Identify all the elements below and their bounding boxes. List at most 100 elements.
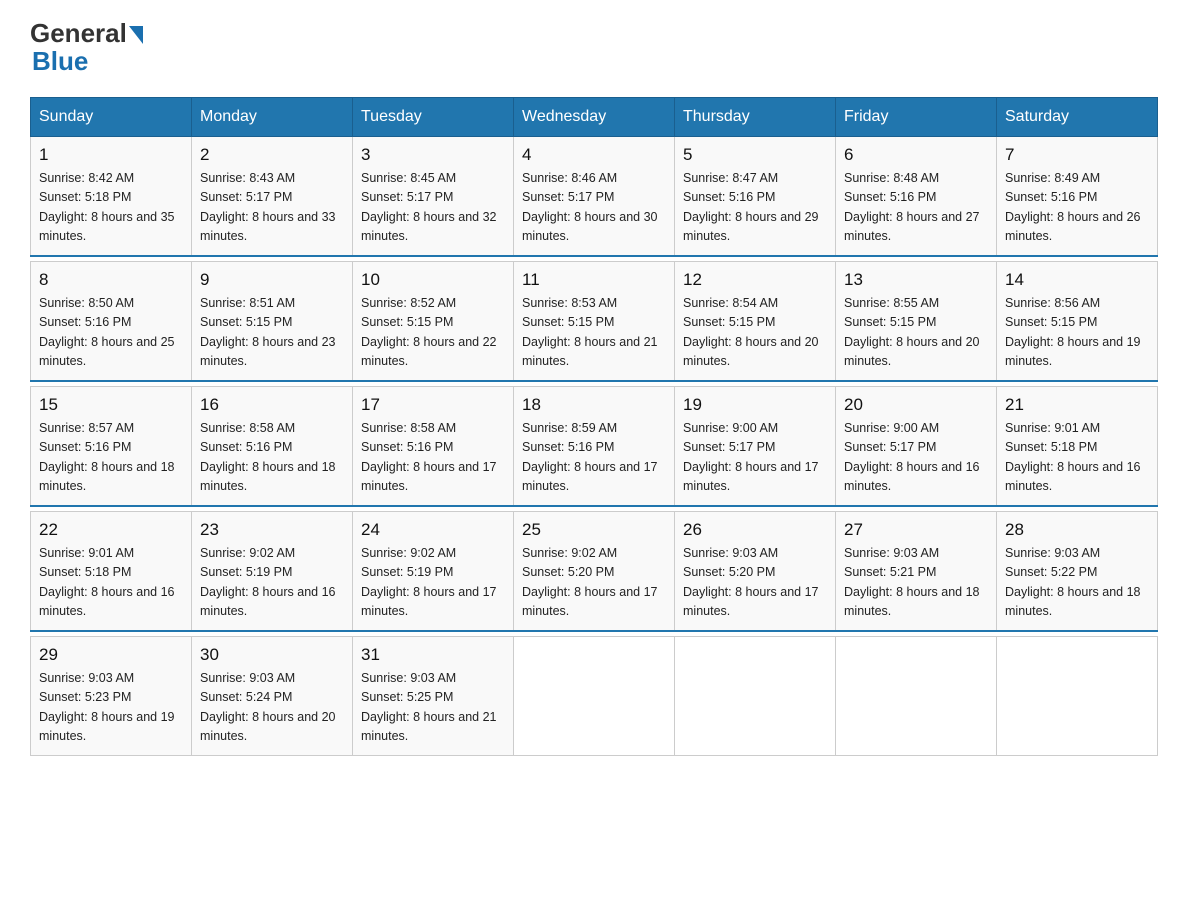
day-header-friday: Friday — [836, 98, 997, 137]
logo-general-text: General — [30, 20, 127, 46]
day-number: 25 — [522, 520, 666, 540]
day-number: 26 — [683, 520, 827, 540]
calendar-cell — [675, 637, 836, 756]
day-info: Sunrise: 9:03 AMSunset: 5:22 PMDaylight:… — [1005, 544, 1149, 622]
day-info: Sunrise: 8:55 AMSunset: 5:15 PMDaylight:… — [844, 294, 988, 372]
day-number: 9 — [200, 270, 344, 290]
day-number: 20 — [844, 395, 988, 415]
calendar-cell: 31 Sunrise: 9:03 AMSunset: 5:25 PMDaylig… — [353, 637, 514, 756]
day-header-sunday: Sunday — [31, 98, 192, 137]
calendar-cell: 13 Sunrise: 8:55 AMSunset: 5:15 PMDaylig… — [836, 262, 997, 381]
calendar-cell: 30 Sunrise: 9:03 AMSunset: 5:24 PMDaylig… — [192, 637, 353, 756]
day-info: Sunrise: 8:52 AMSunset: 5:15 PMDaylight:… — [361, 294, 505, 372]
day-info: Sunrise: 9:03 AMSunset: 5:20 PMDaylight:… — [683, 544, 827, 622]
calendar-table: SundayMondayTuesdayWednesdayThursdayFrid… — [30, 97, 1158, 756]
calendar-cell — [514, 637, 675, 756]
calendar-cell — [997, 637, 1158, 756]
calendar-cell: 21 Sunrise: 9:01 AMSunset: 5:18 PMDaylig… — [997, 387, 1158, 506]
calendar-cell — [836, 637, 997, 756]
day-info: Sunrise: 9:00 AMSunset: 5:17 PMDaylight:… — [844, 419, 988, 497]
day-number: 4 — [522, 145, 666, 165]
day-info: Sunrise: 8:58 AMSunset: 5:16 PMDaylight:… — [361, 419, 505, 497]
day-info: Sunrise: 8:43 AMSunset: 5:17 PMDaylight:… — [200, 169, 344, 247]
calendar-cell: 22 Sunrise: 9:01 AMSunset: 5:18 PMDaylig… — [31, 512, 192, 631]
day-number: 7 — [1005, 145, 1149, 165]
calendar-cell: 6 Sunrise: 8:48 AMSunset: 5:16 PMDayligh… — [836, 137, 997, 256]
day-info: Sunrise: 8:57 AMSunset: 5:16 PMDaylight:… — [39, 419, 183, 497]
day-info: Sunrise: 8:51 AMSunset: 5:15 PMDaylight:… — [200, 294, 344, 372]
calendar-cell: 25 Sunrise: 9:02 AMSunset: 5:20 PMDaylig… — [514, 512, 675, 631]
calendar-cell: 16 Sunrise: 8:58 AMSunset: 5:16 PMDaylig… — [192, 387, 353, 506]
day-number: 21 — [1005, 395, 1149, 415]
calendar-cell: 11 Sunrise: 8:53 AMSunset: 5:15 PMDaylig… — [514, 262, 675, 381]
calendar-cell: 20 Sunrise: 9:00 AMSunset: 5:17 PMDaylig… — [836, 387, 997, 506]
day-number: 17 — [361, 395, 505, 415]
calendar-cell: 3 Sunrise: 8:45 AMSunset: 5:17 PMDayligh… — [353, 137, 514, 256]
calendar-cell: 12 Sunrise: 8:54 AMSunset: 5:15 PMDaylig… — [675, 262, 836, 381]
calendar-week-row: 15 Sunrise: 8:57 AMSunset: 5:16 PMDaylig… — [31, 387, 1158, 506]
day-number: 31 — [361, 645, 505, 665]
day-number: 2 — [200, 145, 344, 165]
day-number: 22 — [39, 520, 183, 540]
calendar-header-row: SundayMondayTuesdayWednesdayThursdayFrid… — [31, 98, 1158, 137]
day-info: Sunrise: 8:49 AMSunset: 5:16 PMDaylight:… — [1005, 169, 1149, 247]
calendar-cell: 17 Sunrise: 8:58 AMSunset: 5:16 PMDaylig… — [353, 387, 514, 506]
day-info: Sunrise: 8:53 AMSunset: 5:15 PMDaylight:… — [522, 294, 666, 372]
day-info: Sunrise: 9:03 AMSunset: 5:25 PMDaylight:… — [361, 669, 505, 747]
calendar-week-row: 8 Sunrise: 8:50 AMSunset: 5:16 PMDayligh… — [31, 262, 1158, 381]
day-info: Sunrise: 8:50 AMSunset: 5:16 PMDaylight:… — [39, 294, 183, 372]
day-info: Sunrise: 9:00 AMSunset: 5:17 PMDaylight:… — [683, 419, 827, 497]
day-number: 11 — [522, 270, 666, 290]
calendar-cell: 28 Sunrise: 9:03 AMSunset: 5:22 PMDaylig… — [997, 512, 1158, 631]
day-number: 1 — [39, 145, 183, 165]
calendar-cell: 5 Sunrise: 8:47 AMSunset: 5:16 PMDayligh… — [675, 137, 836, 256]
day-header-thursday: Thursday — [675, 98, 836, 137]
calendar-cell: 14 Sunrise: 8:56 AMSunset: 5:15 PMDaylig… — [997, 262, 1158, 381]
calendar-week-row: 29 Sunrise: 9:03 AMSunset: 5:23 PMDaylig… — [31, 637, 1158, 756]
calendar-cell: 29 Sunrise: 9:03 AMSunset: 5:23 PMDaylig… — [31, 637, 192, 756]
calendar-cell: 27 Sunrise: 9:03 AMSunset: 5:21 PMDaylig… — [836, 512, 997, 631]
calendar-cell: 1 Sunrise: 8:42 AMSunset: 5:18 PMDayligh… — [31, 137, 192, 256]
day-number: 13 — [844, 270, 988, 290]
day-header-saturday: Saturday — [997, 98, 1158, 137]
logo-triangle-icon — [129, 26, 143, 44]
day-number: 10 — [361, 270, 505, 290]
calendar-cell: 24 Sunrise: 9:02 AMSunset: 5:19 PMDaylig… — [353, 512, 514, 631]
calendar-cell: 10 Sunrise: 8:52 AMSunset: 5:15 PMDaylig… — [353, 262, 514, 381]
day-number: 16 — [200, 395, 344, 415]
calendar-cell: 8 Sunrise: 8:50 AMSunset: 5:16 PMDayligh… — [31, 262, 192, 381]
day-number: 5 — [683, 145, 827, 165]
day-info: Sunrise: 9:03 AMSunset: 5:21 PMDaylight:… — [844, 544, 988, 622]
calendar-week-row: 22 Sunrise: 9:01 AMSunset: 5:18 PMDaylig… — [31, 512, 1158, 631]
day-info: Sunrise: 8:56 AMSunset: 5:15 PMDaylight:… — [1005, 294, 1149, 372]
day-info: Sunrise: 8:54 AMSunset: 5:15 PMDaylight:… — [683, 294, 827, 372]
day-header-wednesday: Wednesday — [514, 98, 675, 137]
day-info: Sunrise: 8:47 AMSunset: 5:16 PMDaylight:… — [683, 169, 827, 247]
day-info: Sunrise: 8:46 AMSunset: 5:17 PMDaylight:… — [522, 169, 666, 247]
day-info: Sunrise: 9:03 AMSunset: 5:23 PMDaylight:… — [39, 669, 183, 747]
logo-blue-text: Blue — [32, 46, 88, 77]
calendar-cell: 19 Sunrise: 9:00 AMSunset: 5:17 PMDaylig… — [675, 387, 836, 506]
day-header-monday: Monday — [192, 98, 353, 137]
day-number: 8 — [39, 270, 183, 290]
day-info: Sunrise: 9:01 AMSunset: 5:18 PMDaylight:… — [39, 544, 183, 622]
day-number: 27 — [844, 520, 988, 540]
day-number: 6 — [844, 145, 988, 165]
day-info: Sunrise: 9:02 AMSunset: 5:19 PMDaylight:… — [200, 544, 344, 622]
day-info: Sunrise: 9:01 AMSunset: 5:18 PMDaylight:… — [1005, 419, 1149, 497]
calendar-cell: 23 Sunrise: 9:02 AMSunset: 5:19 PMDaylig… — [192, 512, 353, 631]
day-number: 14 — [1005, 270, 1149, 290]
calendar-cell: 26 Sunrise: 9:03 AMSunset: 5:20 PMDaylig… — [675, 512, 836, 631]
calendar-cell: 2 Sunrise: 8:43 AMSunset: 5:17 PMDayligh… — [192, 137, 353, 256]
day-info: Sunrise: 8:45 AMSunset: 5:17 PMDaylight:… — [361, 169, 505, 247]
day-info: Sunrise: 8:59 AMSunset: 5:16 PMDaylight:… — [522, 419, 666, 497]
page-header: General Blue — [30, 20, 1158, 77]
day-info: Sunrise: 8:48 AMSunset: 5:16 PMDaylight:… — [844, 169, 988, 247]
day-number: 12 — [683, 270, 827, 290]
calendar-cell: 4 Sunrise: 8:46 AMSunset: 5:17 PMDayligh… — [514, 137, 675, 256]
day-number: 23 — [200, 520, 344, 540]
logo: General Blue — [30, 20, 143, 77]
calendar-cell: 18 Sunrise: 8:59 AMSunset: 5:16 PMDaylig… — [514, 387, 675, 506]
day-info: Sunrise: 8:42 AMSunset: 5:18 PMDaylight:… — [39, 169, 183, 247]
calendar-cell: 15 Sunrise: 8:57 AMSunset: 5:16 PMDaylig… — [31, 387, 192, 506]
